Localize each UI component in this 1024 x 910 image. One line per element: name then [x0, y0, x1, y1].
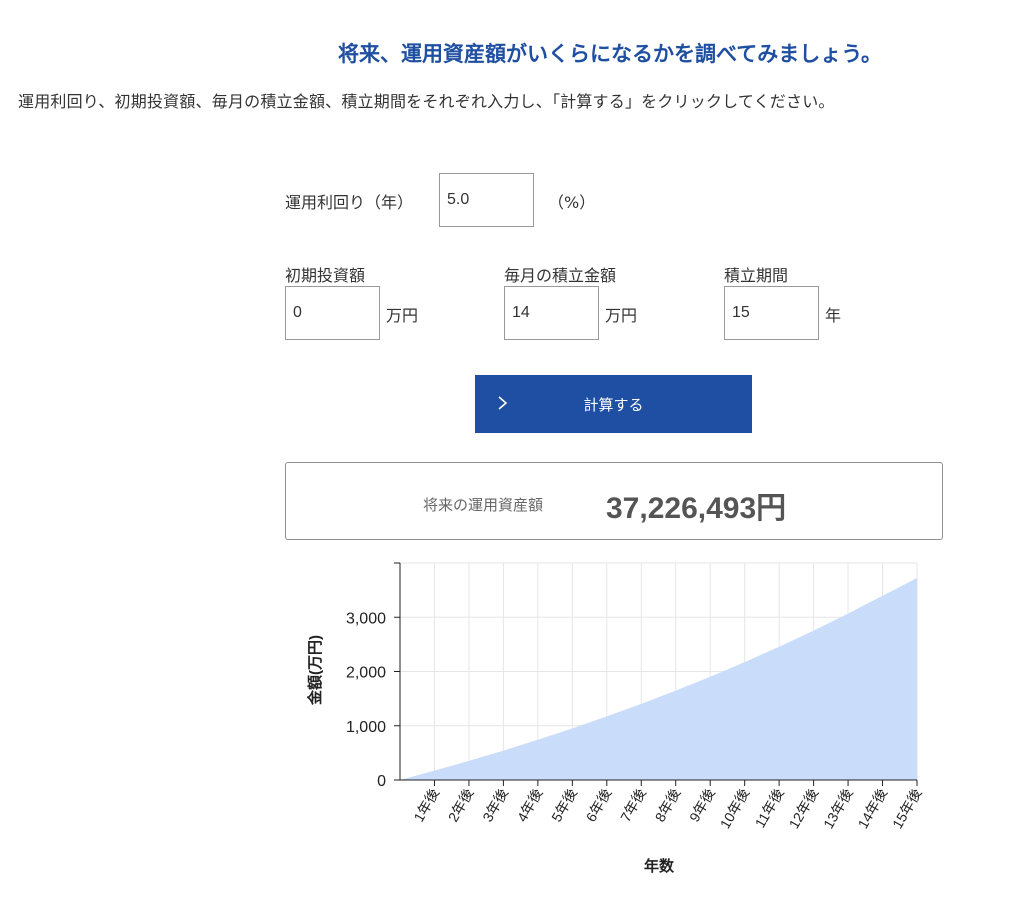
period-unit: 年	[825, 306, 842, 325]
y-tick-label: 2,000	[346, 665, 386, 682]
x-tick-label: 13年後	[820, 786, 856, 832]
y-tick-label: 1,000	[346, 719, 386, 736]
x-tick-label: 12年後	[786, 786, 822, 832]
x-tick-label: 7年後	[617, 786, 649, 825]
instructions-text: 運用利回り、初期投資額、毎月の積立金額、積立期間をそれぞれ入力し、「計算する」を…	[18, 92, 835, 111]
x-tick-label: 5年後	[548, 786, 580, 825]
result-label: 将来の運用資産額	[423, 496, 544, 514]
rate-input[interactable]	[439, 173, 534, 227]
y-axis-label: 金額(万円)	[306, 635, 324, 706]
x-tick-label: 10年後	[717, 786, 753, 832]
area-series	[400, 578, 917, 780]
x-tick-label: 15年後	[889, 786, 925, 832]
x-axis-ticks: 1年後 2年後 3年後 4年後 5年後 6年後 7年後 8年後 9年後10年後 11年後12年後1…	[410, 780, 925, 832]
initial-investment-input[interactable]	[285, 286, 380, 340]
y-tick-label: 3,000	[346, 610, 386, 627]
x-tick-label: 4年後	[514, 786, 546, 825]
asset-growth-chart: 0 1,000 2,000 3,000 1年後 2年後 3年後 4年後 5年後 6年後 7年後 8年…	[306, 562, 925, 875]
x-tick-label: 3年後	[479, 786, 511, 825]
monthly-amount-input[interactable]	[504, 286, 599, 340]
x-tick-label: 14年後	[854, 786, 890, 832]
x-tick-label: 2年後	[445, 786, 477, 825]
result-box: 将来の運用資産額 37,226,493円	[285, 462, 943, 540]
y-axis-ticks: 0 1,000 2,000 3,000	[346, 562, 400, 790]
period-input[interactable]	[724, 286, 819, 340]
x-tick-label: 1年後	[410, 786, 442, 825]
x-axis-label: 年数	[644, 857, 675, 875]
x-tick-label: 6年後	[583, 786, 615, 825]
period-label: 積立期間	[724, 266, 789, 285]
monthly-amount-unit: 万円	[605, 306, 638, 325]
rate-label: 運用利回り（年）	[285, 193, 414, 212]
result-value: 37,226,493円	[606, 492, 787, 525]
calculate-button-label: 計算する	[583, 396, 644, 414]
monthly-amount-label: 毎月の積立金額	[504, 266, 617, 285]
y-tick-label: 0	[377, 773, 386, 790]
calculate-button[interactable]: 計算する	[475, 375, 752, 433]
page-heading: 将来、運用資産額がいくらになるかを調べてみましょう。	[338, 42, 882, 66]
x-tick-label: 9年後	[686, 786, 718, 825]
x-tick-label: 8年後	[652, 786, 684, 825]
initial-investment-label: 初期投資額	[285, 266, 366, 285]
initial-investment-unit: 万円	[386, 306, 419, 325]
x-tick-label: 11年後	[752, 786, 787, 831]
rate-unit: （%）	[548, 193, 596, 212]
